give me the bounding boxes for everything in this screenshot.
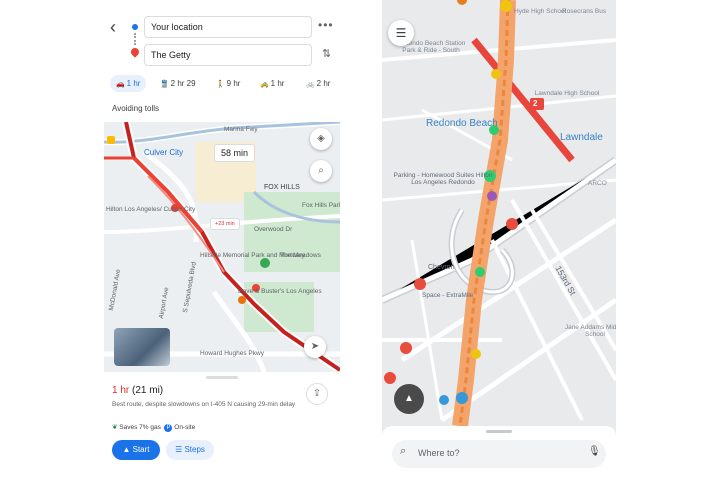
travel-mode-tab-0[interactable]: 🚗 1 hr — [110, 75, 147, 92]
map-label: Culver City — [144, 148, 184, 157]
route-duration: 1 hr — [112, 385, 130, 396]
destination-field[interactable]: The Getty — [144, 44, 312, 66]
incident-badge[interactable]: +23 min — [210, 218, 240, 230]
steps-button[interactable]: ☰ Steps — [166, 440, 214, 460]
waze-map-label: Parking - Homewood Suites Hilton Los Ang… — [393, 172, 493, 186]
origin-dot-icon — [132, 24, 138, 30]
swap-icon[interactable]: ⇅ — [322, 47, 331, 60]
waze-map-label: ARCO — [588, 180, 607, 187]
map-label: Howard Hughes Pkwy — [200, 350, 264, 357]
start-button[interactable]: ▲ Start — [112, 440, 160, 460]
start-button-label: Start — [132, 445, 150, 454]
where-to-placeholder[interactable]: Where to? — [418, 448, 460, 458]
waze-map-label: Chevron — [428, 264, 455, 271]
walk-icon: 🚶 — [216, 81, 227, 88]
menu-icon[interactable]: ☰ — [388, 20, 414, 46]
google-maps-panel: ‹ Your location The Getty ••• ⇅ 🚗 1 hr 🚆 … — [104, 0, 340, 478]
search-icon[interactable]: ⌕ — [310, 160, 332, 182]
travel-mode-label: 1 hr — [126, 79, 141, 88]
street-view-thumbnail[interactable] — [114, 328, 170, 366]
bike-icon: 🚲 — [306, 81, 317, 88]
waze-map-label: Lawndale High School — [534, 90, 600, 97]
travel-mode-tab-3[interactable]: 🚕 1 hr — [254, 75, 290, 92]
map-label: Dave & Buster's Los Angeles — [238, 288, 322, 295]
waze-map-label: Lawndale — [560, 132, 603, 143]
origin-field[interactable]: Your location — [144, 16, 312, 38]
leaf-icon: ❦ — [112, 424, 118, 431]
waze-sheet-handle[interactable] — [486, 430, 512, 433]
waze-map-label: Redondo Beach — [426, 118, 498, 129]
map-label: FOX HILLS — [264, 184, 300, 191]
back-arrow-icon[interactable]: ‹ — [110, 17, 116, 38]
map-label: The Meadows — [280, 252, 321, 259]
car-icon: 🚗 — [116, 81, 127, 88]
route-description: Best route, despite slowdowns on I-405 N… — [112, 401, 296, 408]
navigation-arrow-icon: ▲ — [122, 445, 131, 454]
travel-mode-label: 9 hr — [226, 79, 241, 88]
rideshare-icon: 🚕 — [260, 81, 271, 88]
layers-icon[interactable]: ◈ — [310, 128, 332, 150]
share-icon[interactable]: ⇪ — [306, 383, 328, 405]
microphone-icon[interactable]: 🎙 — [588, 446, 601, 457]
transit-icon: 🚆 — [160, 81, 171, 88]
travel-mode-label: 2 hr 29 — [170, 79, 196, 88]
travel-mode-label: 2 hr — [316, 79, 331, 88]
route-connector — [134, 33, 136, 45]
destination-pin-icon — [129, 46, 141, 58]
sheet-handle[interactable] — [206, 376, 238, 379]
search-icon: ⌕ — [400, 445, 407, 457]
avoiding-tolls-note: Avoiding tolls — [112, 104, 159, 113]
travel-mode-tab-1[interactable]: 🚆 2 hr 29 — [154, 75, 202, 92]
duration-badge[interactable]: 58 min — [214, 144, 256, 162]
waze-panel: 2 Redondo Beach Lawndale Lawndale High Sch… — [382, 0, 616, 478]
map-label: Hilton Los Angeles/ Culver City — [106, 206, 196, 213]
google-map-view[interactable]: Marina Fwy Culver City FOX HILLS Fox Hills … — [104, 122, 340, 372]
route-distance: (21 mi) — [132, 385, 164, 396]
compass-icon[interactable]: ▲ — [394, 384, 424, 414]
route-time: 1 hr (21 mi) — [112, 385, 163, 396]
route-shield: 2 — [533, 99, 538, 108]
navigate-icon[interactable]: ➤ — [304, 336, 326, 358]
map-label: Marina Fwy — [224, 126, 258, 133]
waze-map-label: Space - ExtraMile — [422, 292, 474, 299]
list-icon: ☰ — [175, 445, 183, 454]
waze-map-label: Rosecrans Bus — [562, 8, 607, 15]
parking-icon: P — [164, 424, 173, 432]
more-options-icon[interactable]: ••• — [318, 18, 334, 32]
saves-gas-text: Saves 7% gas — [119, 424, 161, 431]
waze-map-label: Hyde High School — [514, 8, 567, 15]
steps-button-label: Steps — [184, 445, 205, 454]
eco-info: ❦ Saves 7% gas P On-site — [112, 423, 195, 432]
map-label: Overwood Dr — [254, 226, 293, 233]
map-label: Fox Hills Park — [302, 202, 340, 209]
travel-mode-label: 1 hr — [270, 79, 285, 88]
parking-text: On-site — [174, 424, 196, 431]
travel-mode-tab-4[interactable]: 🚲 2 hr — [300, 75, 336, 92]
waze-map-label: Jane Addams Middle School — [564, 324, 616, 338]
travel-mode-tab-2[interactable]: 🚶 9 hr — [210, 75, 246, 92]
